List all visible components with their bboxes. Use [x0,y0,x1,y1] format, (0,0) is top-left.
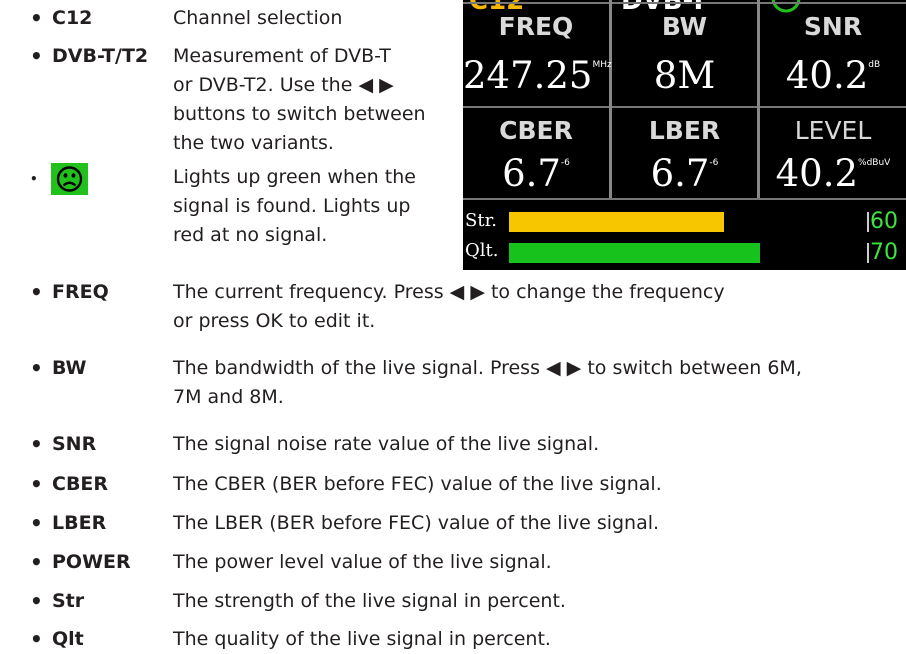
value-main: 8M [653,54,716,97]
term-qlt: Qlt [52,628,84,650]
desc-freq: The current frequency. Press ◀ ▶ to chan… [173,278,725,336]
value-level: 40.2%dBuV [760,152,906,195]
term-snr: SNR [52,433,97,455]
desc-smiley: Lights up green when the signal is found… [173,163,416,250]
desc-line: The signal noise rate value of the live … [173,433,600,455]
value-unit: -6 [560,158,570,168]
desc-qlt: The quality of the live signal in percen… [173,625,551,654]
desc-line: The bandwidth of the live signal. Press … [173,357,802,379]
desc-lber: The LBER (BER before FEC) value of the l… [173,509,659,538]
header-snr: SNR [803,12,863,41]
bullet: • [30,472,43,496]
bullet: • [30,589,43,613]
value-unit: MHz [592,60,612,70]
value-main: 6.7 [502,152,561,195]
bar-label-qlt: Qlt. [465,240,499,261]
value-main: 6.7 [650,152,710,195]
value-freq: 247.25MHz [463,54,612,97]
desc-line: buttons to switch between [173,103,426,125]
value-main: 40.2 [785,54,869,97]
bullet: • [30,280,43,304]
term-freq: FREQ [52,281,109,303]
header-cber: CBER [499,116,573,145]
qlt-bar-fill [509,243,760,263]
desc-line: the two variants. [173,132,334,154]
bullet: • [30,44,43,68]
value-unit: -6 [709,158,719,168]
bar-end [867,243,869,263]
desc-bw: The bandwidth of the live signal. Press … [173,354,802,412]
bullet: • [30,172,38,186]
desc-line: The LBER (BER before FEC) value of the l… [173,512,660,534]
bullet: • [30,550,43,574]
desc-line: The CBER (BER before FEC) value of the l… [173,473,662,495]
header-freq: FREQ [498,12,574,41]
desc-line: Measurement of DVB-T [173,45,391,67]
desc-line: signal is found. Lights up [173,195,411,217]
desc-line: The current frequency. Press ◀ ▶ to chan… [173,281,725,303]
bullet: • [30,432,43,456]
term-power: POWER [52,551,131,573]
desc-line: The quality of the live signal in percen… [173,628,551,650]
divider [463,2,906,4]
smiley-green-icon [51,163,88,195]
desc-line: The power level value of the live signal… [173,551,552,573]
desc-line: 7M and 8M. [173,386,284,408]
str-bar [509,212,867,232]
header-bw: BW [661,12,708,41]
desc-dvb: Measurement of DVB-T or DVB-T2. Use the … [173,42,426,158]
term-dvb: DVB-T/T2 [52,45,149,67]
device-screen: C12 DVB-T FREQ BW SNR 247.25MHz 8M 40.2d… [463,0,906,270]
desc-cber: The CBER (BER before FEC) value of the l… [173,470,662,499]
value-cber: 6.7-6 [463,152,609,195]
bullet: • [30,6,43,30]
desc-power: The power level value of the live signal… [173,548,552,577]
bar-end [867,212,869,232]
qlt-value: 70 [870,240,898,265]
value-unit: %dBuV [858,158,891,168]
term-lber: LBER [52,512,107,534]
str-bar-fill [509,212,724,232]
value-main: 247.25 [463,54,593,97]
term-bw: BW [52,357,87,379]
desc-str: The strength of the live signal in perce… [173,587,566,616]
desc-line: The strength of the live signal in perce… [173,590,566,612]
bullet: • [30,511,43,535]
desc-line: Lights up green when the [173,166,416,188]
divider [463,198,906,200]
divider [463,106,906,108]
value-lber: 6.7-6 [612,152,757,195]
desc-c12: Channel selection [173,4,342,33]
value-unit: dB [868,60,881,70]
value-main: 40.2 [775,152,859,195]
desc-line: Channel selection [173,7,343,29]
desc-line: red at no signal. [173,224,328,246]
bar-label-str: Str. [465,210,497,231]
qlt-bar [509,243,867,263]
term-str: Str [52,590,85,612]
term-c12: C12 [52,7,93,29]
desc-snr: The signal noise rate value of the live … [173,430,599,459]
bullet: • [30,356,43,380]
value-snr: 40.2dB [760,54,906,97]
term-cber: CBER [52,473,109,495]
value-bw: 8M [612,54,757,97]
desc-line: or press OK to edit it. [173,310,376,332]
desc-line: or DVB-T2. Use the ◀ ▶ [173,74,394,96]
str-value: 60 [870,209,898,234]
header-level: LEVEL [794,116,872,145]
bullet: • [30,627,43,651]
header-lber: LBER [648,116,721,145]
